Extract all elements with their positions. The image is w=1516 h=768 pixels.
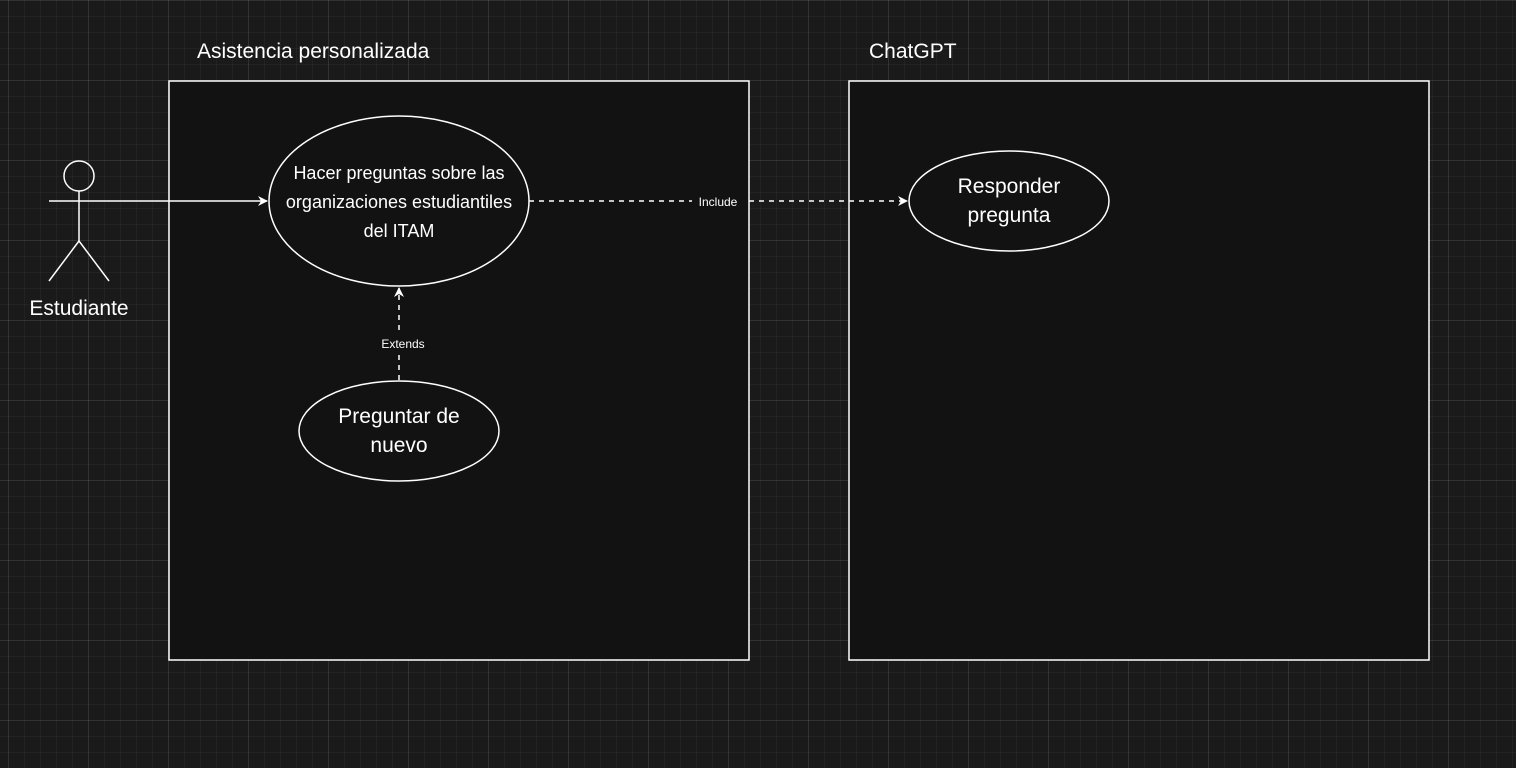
boundary-title-asistencia: Asistencia personalizada (197, 40, 430, 63)
use-case-label-line: organizaciones estudiantiles (286, 192, 512, 212)
use-case-label-line: del ITAM (364, 221, 435, 241)
use-case-label-line: pregunta (968, 204, 1051, 227)
use-case-label-line: Preguntar de (338, 405, 459, 428)
diagram-canvas: Asistencia personalizada ChatGPT Estudia… (0, 0, 1516, 768)
use-case-label-line: Hacer preguntas sobre las (293, 163, 504, 183)
extends-label: Extends (381, 337, 424, 351)
stick-figure-icon (48, 160, 110, 282)
use-case-responder-pregunta[interactable]: Responder pregunta (908, 150, 1110, 252)
actor-estudiante[interactable]: Estudiante (29, 160, 129, 320)
use-case-diagram: Asistencia personalizada ChatGPT Estudia… (29, 40, 1430, 661)
use-case-hacer-preguntas[interactable]: Hacer preguntas sobre las organizaciones… (268, 115, 530, 287)
actor-label: Estudiante (29, 297, 128, 320)
use-case-label-line: Responder (958, 175, 1061, 198)
boundary-title-chatgpt: ChatGPT (869, 40, 957, 63)
include-label: Include (699, 195, 738, 209)
use-case-label-line: nuevo (370, 434, 427, 457)
use-case-preguntar-de-nuevo[interactable]: Preguntar de nuevo (298, 380, 500, 482)
